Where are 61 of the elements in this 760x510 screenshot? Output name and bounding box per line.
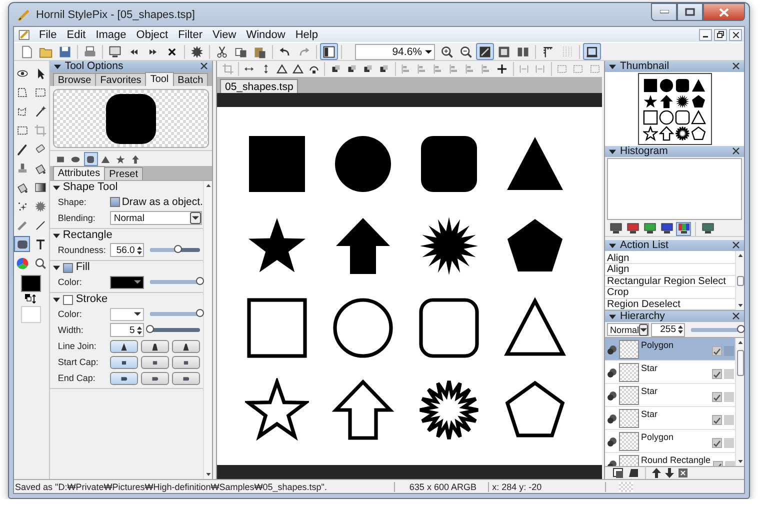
attributes-tab[interactable]: Attributes <box>52 166 106 180</box>
menu-item[interactable]: Filter <box>173 28 208 40</box>
field-label: Color: <box>58 277 83 287</box>
image-size-text: 635 x 600 ARGB <box>394 482 488 492</box>
action-list-item[interactable]: Align <box>605 252 735 264</box>
menu-item[interactable]: File <box>34 28 62 40</box>
panel-tab[interactable]: Favorites <box>95 73 146 86</box>
blending-dropdown[interactable]: Normal <box>110 211 202 225</box>
layer-name: Polygon <box>641 432 674 443</box>
action-list-item[interactable]: Crop <box>605 287 735 298</box>
field-label: Width: <box>58 325 84 335</box>
panel-title: Thumbnail <box>620 61 670 72</box>
width-field[interactable]: 5 <box>110 323 144 337</box>
layer-name: Polygon <box>641 340 674 351</box>
field-label: Color: <box>58 309 83 319</box>
action-list-item[interactable]: Align <box>605 264 735 276</box>
menu-item[interactable]: Object <box>131 28 174 40</box>
field-label: Shape: <box>58 197 88 207</box>
field-label: End Cap: <box>58 373 96 383</box>
layer-row[interactable]: Polygon <box>605 338 735 361</box>
layer-row[interactable]: Star <box>605 407 735 430</box>
section-title: Rectangle <box>62 229 112 242</box>
attributes-tab[interactable]: Preset <box>104 167 143 180</box>
menu-item[interactable]: Help <box>290 28 323 40</box>
panel-title: Action List <box>620 240 670 251</box>
cursor-position-text: x: 284 y: -20 <box>488 482 606 492</box>
layer-row[interactable]: Round Rectangle <box>605 453 735 466</box>
layer-row[interactable]: Star <box>605 361 735 384</box>
panel-tab[interactable]: Batch <box>172 73 208 86</box>
layer-blending-dropdown[interactable]: Normal <box>607 323 649 336</box>
menu-item[interactable]: Edit <box>62 28 91 40</box>
zoom-field[interactable]: 94.6% <box>355 44 435 60</box>
document-tab[interactable]: 05_shapes.tsp <box>220 79 298 93</box>
opacity-field[interactable]: 255 <box>651 322 685 336</box>
menu-item[interactable]: Window <box>241 28 290 40</box>
field-label: Line Join: <box>58 341 98 351</box>
section-title: Fill <box>76 261 90 274</box>
layer-name: Star <box>641 409 658 420</box>
layer-name: Star <box>641 363 658 374</box>
status-message: Saved as "D:₩Private₩Pictures₩High-definition₩Samples₩05_shapes.tsp". <box>14 482 328 492</box>
window-title: Hornil StylePix - [05_shapes.tsp] <box>36 8 196 20</box>
layer-row[interactable]: Polygon <box>605 430 735 453</box>
panel-tab[interactable]: Browse <box>52 73 96 86</box>
action-list-item[interactable]: Rectangular Region Select <box>605 276 735 287</box>
menu-item[interactable]: View <box>208 28 242 40</box>
checkbox-label: Draw as a object. <box>122 196 203 208</box>
field-label: Blending: <box>58 213 96 223</box>
section-title: Shape Tool <box>62 181 118 194</box>
layer-name: Star <box>641 386 658 397</box>
field-label: Start Cap: <box>58 357 100 367</box>
layer-row[interactable]: Star <box>605 384 735 407</box>
panel-title: Hierarchy <box>620 311 666 322</box>
roundness-field[interactable]: 56.0 <box>110 243 144 257</box>
menu-item[interactable]: Image <box>90 28 132 40</box>
panel-title: Histogram <box>620 146 669 157</box>
section-title: Stroke <box>76 293 108 306</box>
field-label: Roundness: <box>58 245 107 255</box>
layer-name: Round Rectangle <box>641 455 711 466</box>
action-list-item[interactable]: Region Deselect <box>605 298 735 310</box>
panel-title: Tool Options <box>64 61 124 72</box>
panel-tab[interactable]: Tool <box>145 72 174 86</box>
